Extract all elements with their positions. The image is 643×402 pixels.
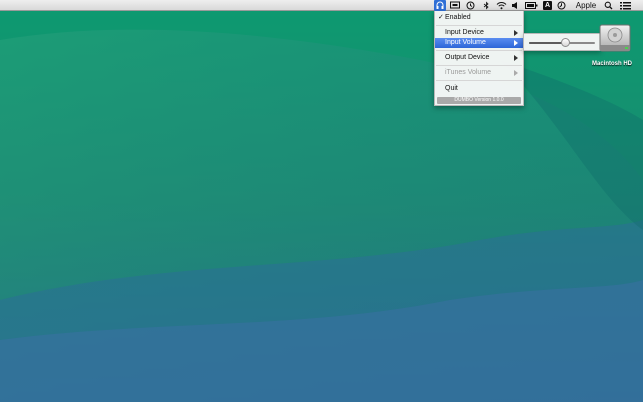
menu-item-quit[interactable]: Quit: [435, 84, 523, 94]
wifi-icon[interactable]: [496, 1, 507, 10]
menu-item-input-device[interactable]: Input Device: [435, 28, 523, 38]
hard-drive-icon[interactable]: [597, 22, 635, 56]
slider-knob[interactable]: [561, 38, 571, 47]
submenu-arrow-icon: [514, 70, 518, 76]
spotlight-search-icon[interactable]: [604, 1, 614, 10]
time-machine-icon[interactable]: [466, 1, 476, 10]
menu-item-label: Output Device: [445, 54, 490, 61]
desktop-wallpaper: [0, 0, 643, 402]
menu-item-label: Input Volume: [445, 39, 486, 46]
menu-item-output-device[interactable]: Output Device: [435, 53, 523, 63]
display-icon[interactable]: [450, 1, 461, 10]
menu-separator: [436, 65, 522, 66]
volume-icon[interactable]: [511, 1, 519, 10]
notification-center-icon[interactable]: [620, 1, 632, 10]
dumbo-headphones-icon[interactable]: [434, 0, 446, 11]
wave-wallpaper: [0, 0, 643, 402]
menu-item-label: Quit: [445, 85, 458, 92]
dumbo-dropdown-menu: ✓ Enabled Input Device Input Volume Outp…: [434, 11, 524, 106]
slider-fill: [529, 42, 566, 44]
menu-item-enabled[interactable]: ✓ Enabled: [435, 13, 523, 23]
menu-item-label: Enabled: [445, 14, 471, 21]
submenu-arrow-icon: [514, 30, 518, 36]
submenu-arrow-icon: [514, 40, 518, 46]
submenu-arrow-icon: [514, 55, 518, 61]
menu-separator: [436, 50, 522, 51]
menu-separator: [436, 25, 522, 26]
menu-item-label: iTunes Volume: [445, 69, 492, 76]
battery-icon[interactable]: [525, 1, 538, 10]
input-source-icon[interactable]: A: [543, 1, 552, 10]
menu-separator: [436, 80, 522, 81]
menu-item-label: Input Device: [445, 29, 484, 36]
clock-icon[interactable]: [557, 1, 567, 10]
menu-item-input-volume[interactable]: Input Volume: [435, 38, 523, 48]
version-label: DUMBO Version 1.0.0: [437, 97, 521, 104]
menubar-user-label[interactable]: Apple: [571, 1, 601, 10]
menu-bar: A Apple: [0, 0, 643, 11]
desktop-icon-label[interactable]: Macintosh HD: [582, 61, 642, 67]
input-volume-slider[interactable]: [529, 38, 595, 47]
bluetooth-icon[interactable]: [482, 1, 491, 10]
input-volume-submenu: [523, 33, 601, 51]
checkmark-icon: ✓: [438, 14, 444, 21]
menu-item-itunes-volume: iTunes Volume: [435, 68, 523, 78]
